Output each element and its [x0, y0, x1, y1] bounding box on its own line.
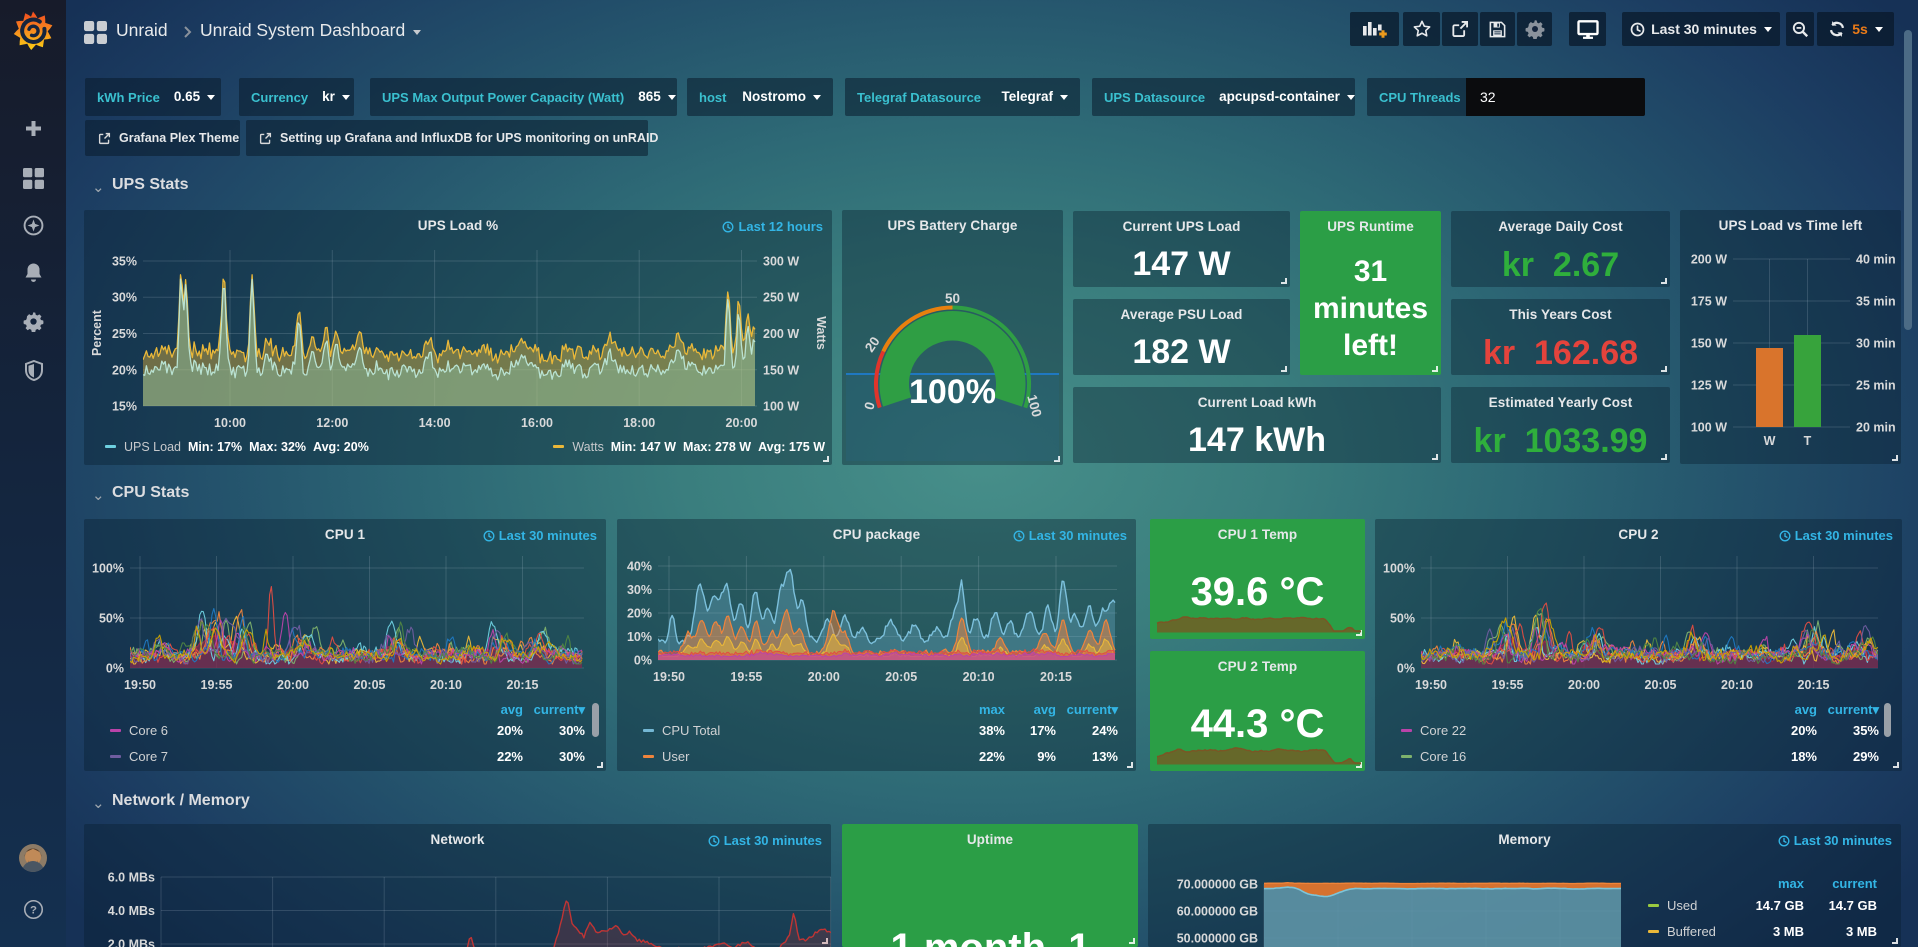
svg-text:?: ? [30, 904, 37, 916]
